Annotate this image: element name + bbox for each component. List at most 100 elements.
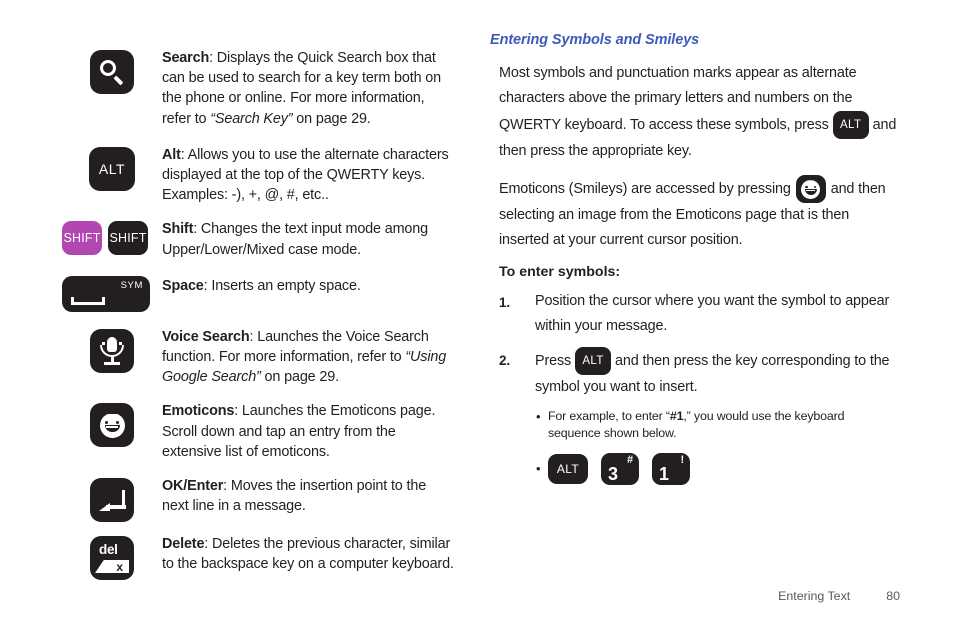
key-desc-text-voice-2: on page 29. <box>260 369 340 386</box>
key-term-ok-enter: OK/Enter <box>162 478 224 495</box>
step-1-text: Position the cursor where you want the s… <box>535 293 890 334</box>
bullet-example-bold: #1 <box>669 409 684 423</box>
key-row-search: Search: Displays the Quick Search box th… <box>62 48 454 129</box>
key-row-ok-enter: OK/Enter: Moves the insertion point to t… <box>62 476 454 523</box>
step-1-number: 1. <box>499 295 510 310</box>
key-desc-shift: Shift: Changes the text input mode among… <box>162 219 454 259</box>
bullet-example-text: For example, to enter “#1,” you would us… <box>548 408 900 442</box>
microphone-glyph <box>99 336 125 365</box>
section-heading: Entering Symbols and Smileys <box>490 32 700 48</box>
key-desc-text-search-2: on page 29. <box>292 110 371 127</box>
key-cell-ok-enter <box>62 476 162 523</box>
mic-base <box>104 362 120 365</box>
key-term-voice-search: Voice Search <box>162 328 250 345</box>
smiley-hair <box>100 412 124 416</box>
inline-alt-key-icon: ALT <box>832 111 869 139</box>
key-cell-voice-search <box>62 327 162 373</box>
sequence-one-key-alt: ! <box>680 454 684 466</box>
step-2-number: 2. <box>499 353 510 368</box>
inline-alt-key-label: ALT <box>839 118 862 131</box>
key-desc-voice-search: Voice Search: Launches the Voice Search … <box>162 327 454 388</box>
alt-key-icon: ALT <box>89 146 135 191</box>
enter-arrow-glyph <box>99 490 126 512</box>
enter-bar <box>121 490 125 506</box>
key-desc-emoticons: Emoticons: Launches the Emoticons page. … <box>162 401 454 462</box>
key-row-alt: ALT Alt: Allows you to use the alternate… <box>62 145 454 206</box>
entering-symbols-section: Entering Symbols and Smileys Most symbol… <box>490 32 900 490</box>
manual-page: Search: Displays the Quick Search box th… <box>0 0 954 636</box>
footer-page-number: 80 <box>886 589 900 603</box>
inline-smiley-eye-left <box>805 185 808 189</box>
smiley-eye-right <box>115 420 119 425</box>
key-desc-text-search-1: “Search Key” <box>210 110 293 127</box>
key-cell-shift: SHIFT SHIFT <box>62 219 162 256</box>
sequence-one-key-icon: 1! <box>652 453 690 485</box>
paragraph-symbols-text-a: Most symbols and punctuation marks appea… <box>499 65 857 133</box>
key-term-emoticons: Emoticons <box>162 403 235 420</box>
spacebar-glyph <box>71 296 105 305</box>
shift-key-purple-label: SHIFT <box>63 231 101 246</box>
subheading-to-enter-symbols: To enter symbols: <box>499 264 621 280</box>
delete-x-label: x <box>116 560 123 575</box>
key-cell-emoticons <box>62 401 162 448</box>
key-desc-text-delete: : Deletes the previous character, simila… <box>162 536 454 573</box>
bullet-key-sequence: • ALT 3 # 1! <box>536 452 900 486</box>
inline-smiley-eye-right <box>813 185 817 189</box>
step-2: 2. Press ALT and then press the key corres… <box>499 347 900 400</box>
step-2-text-a: Press <box>535 352 572 369</box>
page-footer: Entering Text 80 <box>0 589 954 603</box>
shift-key-black-icon: SHIFT <box>108 221 148 256</box>
key-desc-text-shift: : Changes the text input mode among Uppe… <box>162 221 428 258</box>
alt-key-label: ALT <box>98 160 126 177</box>
delete-glyph: del x <box>95 542 129 575</box>
footer-section-label: Entering Text <box>778 589 851 603</box>
key-term-shift: Shift <box>162 221 194 238</box>
bullet-example-text-a: For example, to enter “ <box>548 409 670 423</box>
spacebar-icon: SYM <box>62 275 150 312</box>
shift-key-purple-icon: SHIFT <box>62 221 102 256</box>
step-1: 1. Position the cursor where you want th… <box>499 289 900 339</box>
sym-label: SYM <box>120 279 143 291</box>
delete-tag-shape <box>95 560 129 574</box>
smiley-eye-left <box>105 420 109 425</box>
key-row-space: SYM Space: Inserts an empty space. <box>62 274 454 312</box>
sequence-three-key-main: 3 <box>608 464 618 484</box>
paragraph-symbols: Most symbols and punctuation marks appea… <box>499 61 900 164</box>
smiley-teeth <box>106 426 118 428</box>
delete-icon: del x <box>90 536 134 581</box>
enter-arrow-icon <box>90 478 134 523</box>
sequence-alt-key-label: ALT <box>556 461 580 476</box>
shift-key-black-label: SHIFT <box>109 231 147 246</box>
key-sequence-row: ALT 3 # 1! <box>548 453 900 485</box>
microphone-icon <box>90 328 134 373</box>
key-desc-search: Search: Displays the Quick Search box th… <box>162 48 454 129</box>
inline-smiley-teeth <box>806 189 816 191</box>
key-term-alt: Alt <box>162 146 181 163</box>
key-desc-text-alt: : Allows you to use the alternate charac… <box>162 146 449 204</box>
sequence-three-key-icon: 3 # <box>601 453 639 485</box>
inline-smiley-glyph <box>801 179 821 199</box>
magnifier-icon <box>90 50 134 94</box>
key-row-voice-search: Voice Search: Launches the Voice Search … <box>62 327 454 388</box>
key-descriptions-list: Search: Displays the Quick Search box th… <box>62 48 454 584</box>
key-term-delete: Delete <box>162 536 205 553</box>
key-row-delete: del x Delete: Deletes the previous chara… <box>62 534 454 581</box>
inline-smiley-key-icon <box>795 175 826 203</box>
enter-head <box>99 503 110 512</box>
bullet-example: • For example, to enter “#1,” you would … <box>536 408 900 442</box>
step-2-alt-key-icon: ALT <box>575 347 612 375</box>
key-term-search: Search <box>162 50 210 66</box>
key-desc-ok-enter: OK/Enter: Moves the insertion point to t… <box>162 476 454 516</box>
step-2-text: Press ALT and then press the key correspon… <box>535 347 900 400</box>
magnifier-glyph <box>99 59 125 85</box>
step-2-alt-key-label: ALT <box>582 354 604 367</box>
bullet-example-dot: • <box>536 409 541 424</box>
key-cell-search <box>62 48 162 94</box>
key-cell-delete: del x <box>62 534 162 581</box>
key-cell-space: SYM <box>62 274 162 312</box>
key-row-emoticons: Emoticons: Launches the Emoticons page. … <box>62 401 454 462</box>
key-row-shift: SHIFT SHIFT Shift: Changes the text inpu… <box>62 219 454 259</box>
bullet-key-sequence-dot: • <box>536 461 541 476</box>
sequence-one-key-main: 1 <box>659 464 669 484</box>
key-desc-delete: Delete: Deletes the previous character, … <box>162 534 454 574</box>
